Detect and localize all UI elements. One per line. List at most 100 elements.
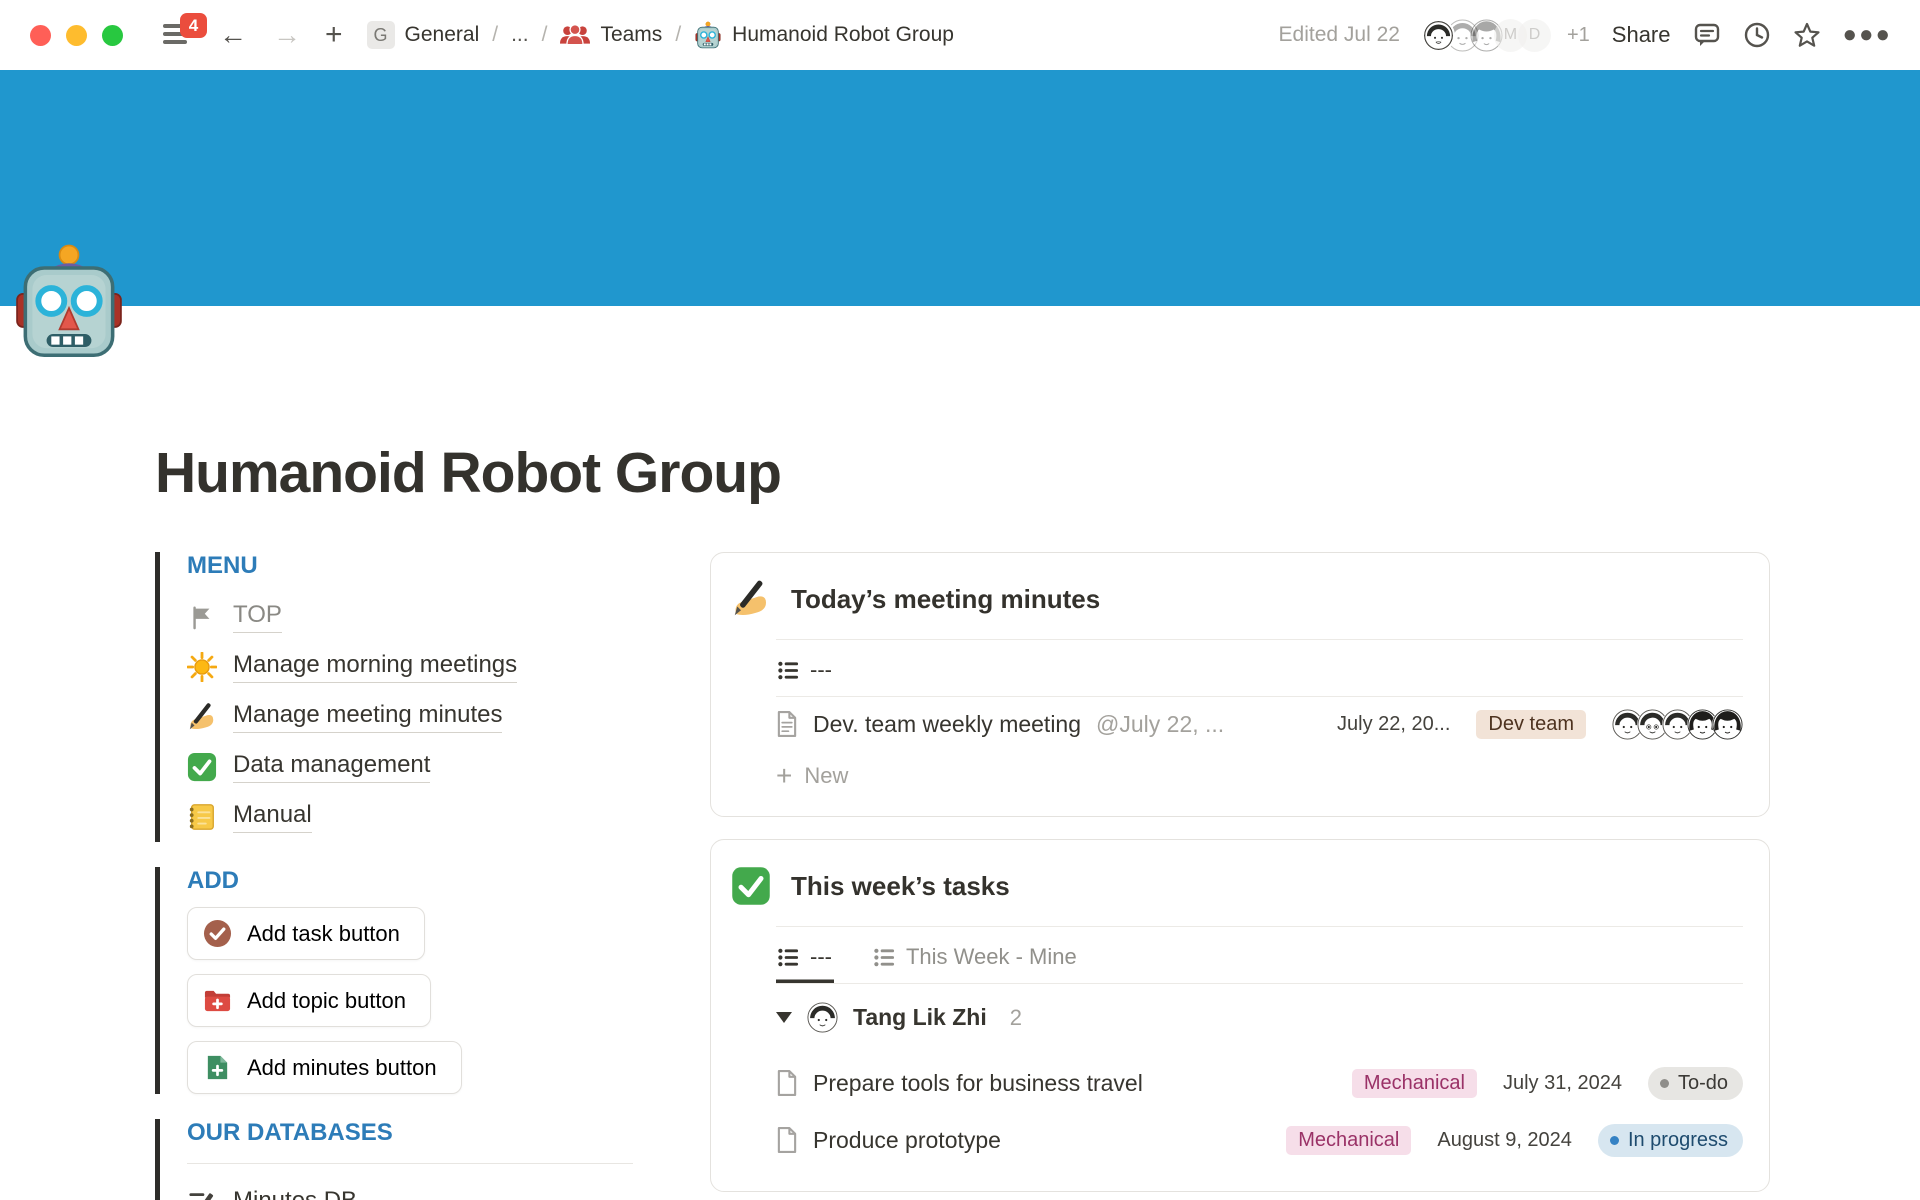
- window-controls: [30, 25, 123, 46]
- task-row[interactable]: Produce prototype Mechanical August 9, 2…: [776, 1112, 1743, 1169]
- page-title[interactable]: Humanoid Robot Group: [155, 306, 1770, 506]
- updates-clock-icon[interactable]: [1743, 21, 1771, 49]
- plus-icon: +: [776, 762, 792, 790]
- new-label: New: [804, 763, 848, 789]
- add-minutes-button[interactable]: Add minutes button: [187, 1041, 462, 1094]
- list-view-icon: [874, 947, 895, 968]
- menu-link-meeting-minutes[interactable]: Manage meeting minutes: [187, 692, 633, 742]
- group-name: Tang Lik Zhi: [853, 1004, 987, 1031]
- view-tab-label: This Week - Mine: [906, 944, 1077, 970]
- more-options-icon[interactable]: ●●●: [1843, 21, 1893, 49]
- ledger-icon: [187, 802, 217, 832]
- add-topic-button[interactable]: Add topic button: [187, 974, 431, 1027]
- view-tabs: --- This Week - Mine: [776, 927, 1743, 984]
- status-badge[interactable]: To-do: [1648, 1067, 1743, 1100]
- status-label: In progress: [1628, 1129, 1728, 1152]
- meeting-title[interactable]: Dev. team weekly meeting: [813, 711, 1081, 738]
- close-window-button[interactable]: [30, 25, 51, 46]
- task-title[interactable]: Prepare tools for business travel: [813, 1070, 1143, 1097]
- back-button[interactable]: ←: [219, 21, 247, 49]
- page-icon: [776, 1127, 798, 1154]
- collapse-triangle-icon[interactable]: [776, 1012, 792, 1023]
- viewer-avatars: M D: [1422, 19, 1551, 52]
- add-task-button[interactable]: Add task button: [187, 907, 425, 960]
- avatar-letter[interactable]: D: [1518, 19, 1551, 52]
- favorite-star-icon[interactable]: [1793, 21, 1821, 49]
- breadcrumb-separator: /: [489, 23, 501, 47]
- notification-badge: 4: [180, 13, 207, 38]
- avatar-overflow-count[interactable]: +1: [1567, 24, 1590, 47]
- status-badge[interactable]: In progress: [1598, 1124, 1743, 1157]
- add-minutes-label: Add minutes button: [247, 1055, 437, 1081]
- team-tag[interactable]: Dev team: [1476, 710, 1586, 739]
- status-dot-icon: [1610, 1136, 1619, 1145]
- minimize-window-button[interactable]: [66, 25, 87, 46]
- breadcrumb-workspace[interactable]: General: [405, 23, 480, 47]
- minutes-db-label: Minutes DB: [233, 1187, 357, 1200]
- breadcrumb-teams[interactable]: Teams: [600, 23, 662, 47]
- weekly-tasks-card: This week’s tasks --- This Week - Mine: [710, 839, 1770, 1192]
- avatar[interactable]: [1712, 709, 1743, 740]
- breadcrumb-ellipsis[interactable]: ...: [511, 23, 529, 47]
- minutes-db-link[interactable]: Minutes DB: [187, 1178, 633, 1200]
- green-check-icon: [731, 866, 771, 906]
- view-tab-this-week-mine[interactable]: This Week - Mine: [872, 927, 1079, 983]
- teams-icon: [560, 22, 590, 48]
- add-topic-label: Add topic button: [247, 988, 406, 1014]
- green-check-icon: [187, 752, 217, 782]
- menu-link-label: Manual: [233, 801, 312, 833]
- new-meeting-button[interactable]: + New: [776, 752, 1743, 794]
- minutes-file-icon: [203, 1053, 232, 1082]
- category-tag[interactable]: Mechanical: [1286, 1126, 1411, 1155]
- document-icon: [776, 711, 798, 738]
- breadcrumb-current-page[interactable]: Humanoid Robot Group: [732, 23, 954, 47]
- page-cover[interactable]: [0, 70, 1920, 306]
- attendee-avatars: [1612, 709, 1743, 740]
- robot-page-icon-small: [694, 21, 722, 49]
- view-tab-label: ---: [810, 944, 832, 970]
- robot-page-icon[interactable]: [10, 242, 128, 360]
- add-task-label: Add task button: [247, 921, 400, 947]
- window-titlebar: 4 ← → + G General / ... / Teams / Humano…: [0, 0, 1920, 70]
- comments-icon[interactable]: [1693, 21, 1721, 49]
- divider: [187, 1163, 633, 1164]
- meeting-row[interactable]: Dev. team weekly meeting @July 22, ... J…: [776, 697, 1743, 752]
- status-label: To-do: [1678, 1072, 1728, 1095]
- zoom-window-button[interactable]: [102, 25, 123, 46]
- task-row[interactable]: Prepare tools for business travel Mechan…: [776, 1055, 1743, 1112]
- task-check-icon: [203, 919, 232, 948]
- due-date-cell: August 9, 2024: [1437, 1129, 1572, 1152]
- sidebar-toggle-icon[interactable]: 4: [163, 22, 193, 48]
- forward-button[interactable]: →: [273, 21, 301, 49]
- menu-link-label: Manage morning meetings: [233, 651, 517, 683]
- group-avatar: [807, 1002, 838, 1033]
- menu-link-top[interactable]: TOP: [187, 592, 633, 642]
- meeting-date-mention: @July 22, ...: [1096, 711, 1224, 738]
- group-count: 2: [1010, 1005, 1022, 1031]
- menu-link-manual[interactable]: Manual: [187, 792, 633, 842]
- group-header[interactable]: Tang Lik Zhi 2: [776, 984, 1743, 1041]
- breadcrumb-separator: /: [672, 23, 684, 47]
- flag-icon: [187, 602, 217, 632]
- menu-link-morning-meetings[interactable]: Manage morning meetings: [187, 642, 633, 692]
- list-view-icon: [778, 947, 799, 968]
- menu-link-data-management[interactable]: Data management: [187, 742, 633, 792]
- category-tag[interactable]: Mechanical: [1352, 1069, 1477, 1098]
- workspace-icon[interactable]: G: [367, 21, 395, 49]
- writing-hand-icon: [187, 702, 217, 732]
- view-tab-active[interactable]: ---: [776, 927, 834, 983]
- card-title[interactable]: This week’s tasks: [791, 864, 1010, 902]
- task-title[interactable]: Produce prototype: [813, 1127, 1001, 1154]
- new-tab-button[interactable]: +: [325, 18, 343, 52]
- page-icon: [776, 1070, 798, 1097]
- view-tab[interactable]: ---: [776, 640, 834, 696]
- right-column: Today’s meeting minutes ---: [710, 552, 1770, 1192]
- share-button[interactable]: Share: [1612, 22, 1671, 48]
- avatar[interactable]: [1422, 19, 1455, 52]
- due-date-cell: July 31, 2024: [1503, 1072, 1622, 1095]
- menu-link-label: TOP: [233, 601, 282, 633]
- card-title[interactable]: Today’s meeting minutes: [791, 577, 1100, 615]
- breadcrumb: G General / ... / Teams / Humanoid Robot…: [367, 21, 954, 49]
- add-heading: ADD: [187, 867, 633, 895]
- last-edited-label: Edited Jul 22: [1279, 23, 1400, 47]
